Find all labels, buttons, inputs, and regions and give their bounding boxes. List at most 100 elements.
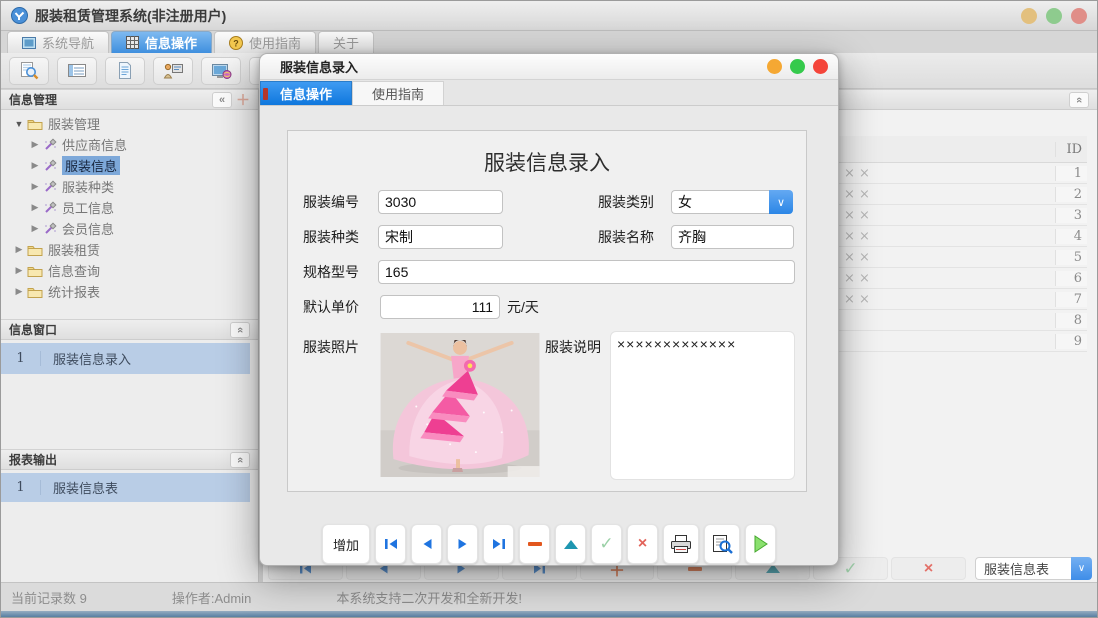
status-bar: 当前记录数 9 操作者:Admin 本系统支持二次开发和全新开发! xyxy=(1,582,1097,611)
report-output-item[interactable]: 1 服装信息表 xyxy=(1,473,250,502)
expand-arrow-icon[interactable]: ▶ xyxy=(13,244,25,255)
dialog-toolbar: 增加 ✓ × xyxy=(260,523,838,565)
expand-arrow-icon[interactable]: ▶ xyxy=(29,160,41,171)
tab-about[interactable]: 关于 xyxy=(318,31,374,53)
tree-label: 员工信息 xyxy=(62,198,114,217)
collapse-left-icon[interactable]: « xyxy=(212,92,232,108)
collapse-up-icon[interactable]: « xyxy=(230,322,250,338)
cross-icon: × xyxy=(924,560,933,578)
tab-system-nav[interactable]: 系统导航 xyxy=(7,31,109,53)
delete-record-button[interactable] xyxy=(519,524,550,564)
folder-icon xyxy=(27,285,43,298)
plus-icon[interactable]: ＋ xyxy=(236,90,250,110)
svg-text:?: ? xyxy=(233,38,239,48)
wand-icon xyxy=(43,201,57,214)
expand-arrow-icon[interactable]: ▶ xyxy=(13,265,25,276)
browse-icon xyxy=(19,61,39,80)
code-input[interactable] xyxy=(378,190,503,214)
tab-label: 信息操作 xyxy=(145,33,197,52)
close-button[interactable] xyxy=(1071,8,1087,24)
expand-arrow-icon[interactable]: ▶ xyxy=(29,223,41,234)
price-input[interactable] xyxy=(380,295,500,319)
tree-item-clothing-rental[interactable]: ▶ 服装租赁 xyxy=(1,239,258,260)
document-button[interactable] xyxy=(105,57,145,85)
expand-arrow-icon[interactable]: ▶ xyxy=(13,286,25,297)
id-column-header: ID xyxy=(1055,142,1087,157)
tree-item-employee-info[interactable]: ▶ 员工信息 xyxy=(1,197,258,218)
description-textarea[interactable]: ××××××××××××× xyxy=(610,331,795,480)
dialog-tab-info-operation[interactable]: 信息操作 xyxy=(260,81,352,105)
tab-user-guide[interactable]: ? 使用指南 xyxy=(214,31,316,53)
cancel-button[interactable]: × xyxy=(891,557,966,580)
play-icon xyxy=(753,535,769,553)
dialog-tab-bar: 信息操作 使用指南 xyxy=(260,80,838,106)
sidebar: 信息管理 « ＋ ▼ 服装管理 ▶ xyxy=(1,89,259,582)
item-index: 1 xyxy=(1,351,41,366)
table-view-button[interactable] xyxy=(57,57,97,85)
expand-arrow-icon[interactable]: ▶ xyxy=(29,139,41,150)
minimize-button[interactable] xyxy=(1021,8,1037,24)
collapse-arrow-icon[interactable]: ▼ xyxy=(13,119,25,129)
wand-icon xyxy=(43,222,57,235)
category-select[interactable]: 女 ∨ xyxy=(671,190,793,214)
staff-button[interactable] xyxy=(153,57,193,85)
name-input[interactable] xyxy=(671,225,794,249)
prev-record-button[interactable] xyxy=(411,524,442,564)
maximize-button[interactable] xyxy=(790,59,805,74)
grid-icon xyxy=(126,36,139,49)
cancel-button[interactable]: × xyxy=(627,524,658,564)
dialog-window-controls xyxy=(767,59,828,74)
next-record-button[interactable] xyxy=(447,524,478,564)
clothing-photo[interactable] xyxy=(380,333,540,477)
confirm-button[interactable]: ✓ xyxy=(591,524,622,564)
run-button[interactable] xyxy=(745,524,776,564)
kind-input[interactable] xyxy=(378,225,503,249)
app-logo-icon xyxy=(11,7,28,24)
check-icon: ✓ xyxy=(599,534,613,554)
price-label: 默认单价 xyxy=(303,295,359,319)
spec-input[interactable] xyxy=(378,260,795,284)
sidebar-header-info-windows: 信息窗口 « xyxy=(1,319,258,340)
last-icon xyxy=(492,538,506,550)
tree-item-clothing-management[interactable]: ▼ 服装管理 xyxy=(1,113,258,134)
collapse-up-icon[interactable]: « xyxy=(230,452,250,468)
chevron-down-icon[interactable]: ∨ xyxy=(1071,557,1092,580)
tree-label: 服装管理 xyxy=(48,114,100,133)
print-preview-button[interactable] xyxy=(704,524,740,564)
folder-icon xyxy=(27,264,43,277)
dialog-tab-user-guide[interactable]: 使用指南 xyxy=(352,81,444,105)
chevron-down-icon[interactable]: ∨ xyxy=(769,190,793,214)
monitor-web-button[interactable] xyxy=(201,57,241,85)
browse-button[interactable] xyxy=(9,57,49,85)
code-label: 服装编号 xyxy=(303,190,359,214)
tree-label: 服装租赁 xyxy=(48,240,100,259)
collapse-up-icon[interactable]: « xyxy=(1069,92,1089,108)
info-window-item[interactable]: 1 服装信息录入 xyxy=(1,343,250,374)
tree-item-supplier-info[interactable]: ▶ 供应商信息 xyxy=(1,134,258,155)
category-value: 女 xyxy=(671,190,769,214)
expand-arrow-icon[interactable]: ▶ xyxy=(29,202,41,213)
tree-label-selected: 服装信息 xyxy=(62,156,120,175)
report-select[interactable]: 服装信息表 ∨ xyxy=(975,557,1092,580)
tab-mark-icon xyxy=(263,88,268,100)
tree-item-member-info[interactable]: ▶ 会员信息 xyxy=(1,218,258,239)
document-icon xyxy=(117,61,133,80)
minimize-button[interactable] xyxy=(767,59,782,74)
window-controls xyxy=(1021,8,1087,24)
last-record-button[interactable] xyxy=(483,524,514,564)
first-record-button[interactable] xyxy=(375,524,406,564)
maximize-button[interactable] xyxy=(1046,8,1062,24)
window-title: 服装租赁管理系统(非注册用户) xyxy=(35,6,226,26)
add-button[interactable]: 增加 xyxy=(322,524,370,564)
close-button[interactable] xyxy=(813,59,828,74)
edit-record-button[interactable] xyxy=(555,524,586,564)
tree-item-clothing-info[interactable]: ▶ 服装信息 xyxy=(1,155,258,176)
tree-item-clothing-category[interactable]: ▶ 服装种类 xyxy=(1,176,258,197)
tab-info-operation[interactable]: 信息操作 xyxy=(111,31,212,53)
tree-item-statistics-report[interactable]: ▶ 统计报表 xyxy=(1,281,258,302)
tree-item-info-query[interactable]: ▶ 信息查询 xyxy=(1,260,258,281)
print-button[interactable] xyxy=(663,524,699,564)
wand-icon xyxy=(43,159,57,172)
form-title: 服装信息录入 xyxy=(288,147,806,177)
expand-arrow-icon[interactable]: ▶ xyxy=(29,181,41,192)
